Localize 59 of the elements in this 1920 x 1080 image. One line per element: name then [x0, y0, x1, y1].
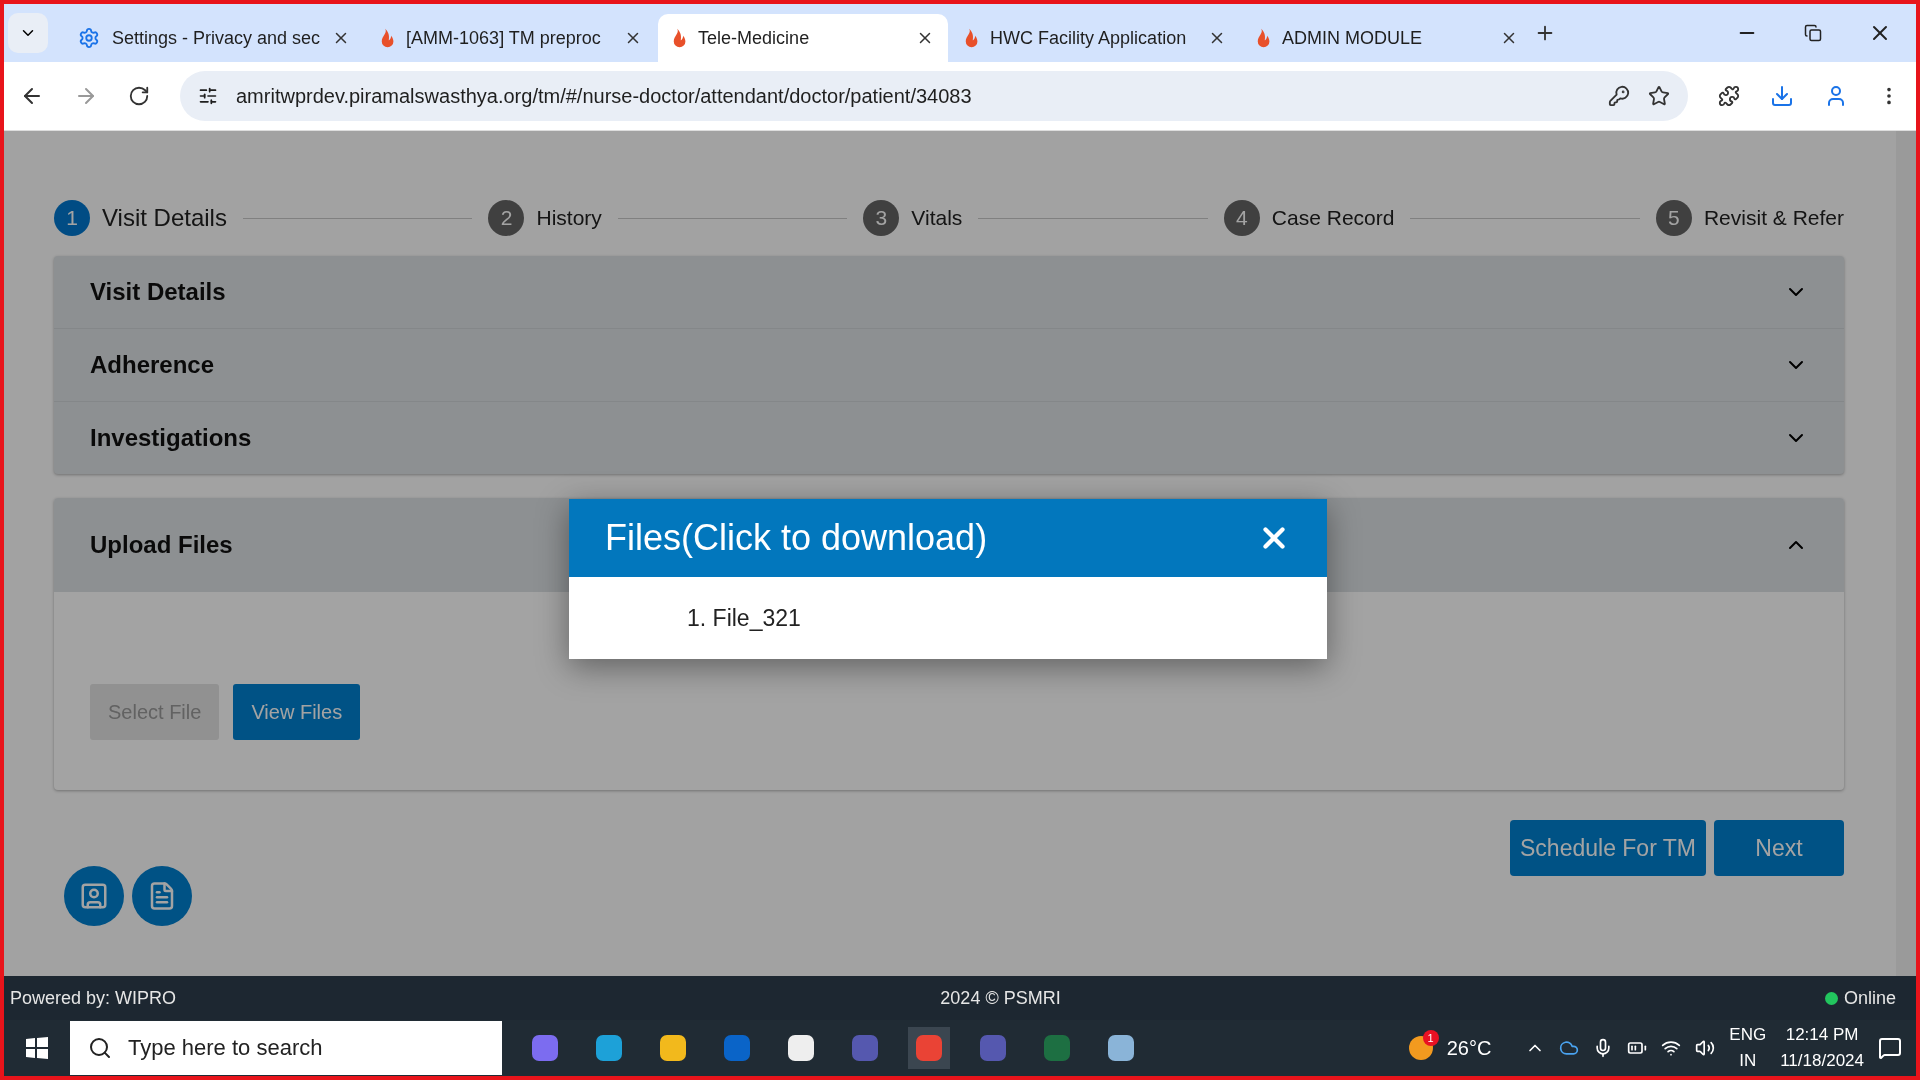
document-button[interactable]	[132, 866, 192, 926]
step-label[interactable]: 4 Case Record	[1223, 200, 1395, 236]
site-settings-icon[interactable]	[198, 86, 218, 106]
notifications-icon[interactable]	[1878, 1036, 1902, 1060]
contact-card-icon	[79, 881, 109, 911]
patient-card-button[interactable]	[64, 866, 124, 926]
speaker-icon[interactable]	[1695, 1038, 1716, 1058]
url-text: amritwprdev.piramalswasthya.org/tm/#/nurse-doctor/attendant/doctor/patient/34083	[236, 84, 973, 108]
tab-title: Settings - Privacy and sec	[112, 27, 321, 49]
browser-tab[interactable]: Settings - Privacy and sec	[64, 14, 365, 62]
clock-date[interactable]: 11/18/2024	[1780, 1048, 1864, 1074]
flame-logo-icon	[380, 28, 395, 48]
star-icon[interactable]	[1648, 85, 1670, 107]
scrollbar[interactable]	[1896, 131, 1916, 976]
browser-tab[interactable]: [AMM-1063] TM preproc	[366, 14, 657, 62]
reload-icon[interactable]	[128, 85, 150, 107]
tab-title: ADMIN MODULE	[1282, 27, 1424, 49]
footer-copyright: 2024 © PSMRI	[940, 987, 1061, 1009]
search-icon	[88, 1036, 112, 1060]
weather-text: 26°C	[1446, 1036, 1492, 1060]
region-text[interactable]: IN	[1739, 1048, 1757, 1074]
step-label[interactable]: 1 Visit Details	[54, 200, 227, 236]
flame-logo-icon	[964, 28, 979, 48]
footer-credit: Powered by: WIPRO	[10, 987, 177, 1009]
key-icon[interactable]	[1608, 85, 1630, 107]
file-link[interactable]: 1. File_321	[687, 604, 801, 632]
language-text[interactable]: ENG	[1729, 1022, 1767, 1048]
step-number: 1	[54, 200, 90, 236]
status-label: Online	[1843, 987, 1896, 1009]
tab-title: Tele-Medicine	[698, 27, 811, 49]
cloud-icon[interactable]	[1559, 1038, 1580, 1058]
browser-tab[interactable]: ADMIN MODULE	[1242, 14, 1533, 62]
step-label[interactable]: 5 Revisit & Refer	[1655, 200, 1844, 236]
accordion-header[interactable]: Visit Details	[54, 256, 1844, 328]
browser-tab[interactable]: Tele-Medicine	[658, 14, 949, 62]
address-bar[interactable]: amritwprdev.piramalswasthya.org/tm/#/nurse-doctor/attendant/doctor/patient/34083	[180, 71, 1688, 121]
accordion-header[interactable]: Adherence	[54, 328, 1844, 401]
step-number: 4	[1223, 200, 1260, 236]
gear-icon	[78, 27, 100, 49]
step-number: 3	[863, 200, 900, 236]
step-label[interactable]: 2 History	[488, 200, 602, 236]
clock-time[interactable]: 12:14 PM	[1785, 1022, 1859, 1048]
four-squares-icon	[26, 1037, 48, 1059]
download-icon[interactable]	[1770, 84, 1794, 108]
flame-logo-icon	[672, 28, 687, 48]
wifi-icon[interactable]	[1661, 1038, 1682, 1058]
step-label[interactable]: 3 Vitals	[863, 200, 963, 236]
tab-title: [AMM-1063] TM preproc	[406, 27, 602, 49]
puzzle-icon[interactable]	[1718, 85, 1740, 107]
step-number: 2	[488, 200, 525, 236]
flame-logo-icon	[1256, 28, 1271, 48]
dialog-title: Files(Click to download)	[605, 517, 988, 559]
taskbar-search-field[interactable]: Type here to search	[70, 1021, 502, 1075]
restore-icon[interactable]	[1804, 24, 1822, 42]
tab-title: HWC Facility Application	[990, 27, 1188, 49]
notification-badge: 1	[1422, 1030, 1439, 1046]
step-number: 5	[1655, 200, 1692, 236]
accordion-header[interactable]: Investigations	[54, 401, 1844, 474]
browser-tab[interactable]: HWC Facility Application	[950, 14, 1241, 62]
